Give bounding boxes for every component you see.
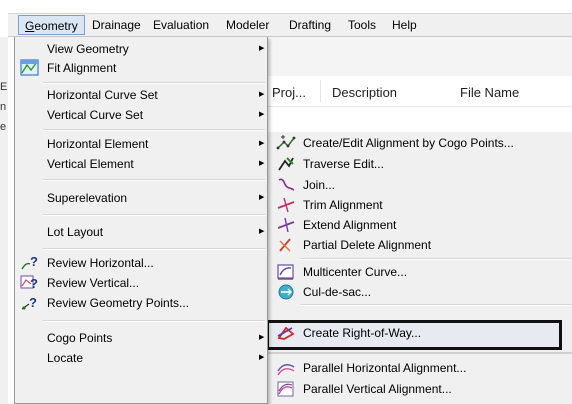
submenu-item-extend-alignment[interactable]: Extend Alignment	[303, 215, 396, 235]
menu-item-superelevation[interactable]: Superelevation	[47, 188, 127, 208]
svg-text:?: ?	[30, 276, 38, 291]
menu-item-lot-layout[interactable]: Lot Layout	[47, 222, 103, 242]
background-window-left-edge: E n e	[0, 37, 8, 404]
review-geometry-points-icon: ?	[20, 294, 40, 312]
file-list-header: Proj... Description File Name	[262, 76, 572, 107]
submenu-arrow-icon: ▶	[259, 194, 265, 201]
menu-item-horizontal-curve-set[interactable]: Horizontal Curve Set	[47, 85, 158, 105]
menu-tools[interactable]: Tools	[346, 17, 378, 33]
submenu-arrow-icon: ▶	[259, 111, 265, 118]
menu-help[interactable]: Help	[390, 17, 419, 33]
cul-de-sac-icon	[276, 283, 296, 301]
divider	[262, 352, 572, 354]
submenu-item-cul-de-sac[interactable]: Cul-de-sac...	[303, 282, 371, 302]
traverse-edit-icon	[276, 155, 296, 173]
submenu-item-parallel-horizontal[interactable]: Parallel Horizontal Alignment...	[303, 358, 466, 378]
menu-separator	[43, 320, 265, 322]
menu-item-vertical-curve-set[interactable]: Vertical Curve Set	[47, 105, 143, 125]
submenu-item-multicenter-curve[interactable]: Multicenter Curve...	[303, 262, 407, 282]
menu-geometry[interactable]: Geometry	[18, 15, 85, 35]
menu-item-review-vertical[interactable]: Review Vertical...	[47, 273, 139, 293]
parallel-vertical-icon	[276, 380, 296, 398]
trim-alignment-icon	[276, 196, 296, 214]
geometry-dropdown-menu: View Geometry ▶ Fit Alignment Horizontal…	[14, 37, 268, 404]
svg-text:?: ?	[29, 295, 37, 310]
submenu-arrow-icon: ▶	[259, 91, 265, 98]
extend-alignment-icon	[276, 216, 296, 234]
submenu-separator	[300, 304, 572, 306]
menu-separator	[43, 129, 265, 131]
menu-item-fit-alignment[interactable]: Fit Alignment	[47, 58, 116, 78]
menu-drainage[interactable]: Drainage	[90, 17, 143, 33]
left-fragment: n	[0, 101, 7, 113]
join-icon	[276, 176, 296, 194]
review-vertical-icon: ?	[20, 274, 40, 292]
submenu-item-trim-alignment[interactable]: Trim Alignment	[303, 195, 383, 215]
menu-geometry-label: eometry	[34, 19, 78, 33]
menu-item-view-geometry[interactable]: View Geometry	[47, 39, 129, 59]
submenu-arrow-icon: ▶	[259, 45, 265, 52]
menu-separator	[43, 82, 265, 84]
menu-item-horizontal-element[interactable]: Horizontal Element	[47, 134, 148, 154]
menu-geometry-mnemonic: G	[25, 19, 35, 33]
parallel-horizontal-icon	[276, 359, 296, 377]
submenu-separator	[300, 258, 572, 260]
menu-evaluation[interactable]: Evaluation	[151, 17, 211, 33]
column-header-file-name[interactable]: File Name	[460, 85, 519, 100]
column-header-proj[interactable]: Proj...	[272, 85, 306, 100]
create-right-of-way-icon	[276, 324, 296, 342]
menu-separator	[43, 214, 265, 216]
menu-item-review-horizontal[interactable]: Review Horizontal...	[47, 253, 154, 273]
svg-text:?: ?	[30, 254, 38, 269]
menu-item-cogo-points[interactable]: Cogo Points	[47, 328, 112, 348]
column-divider	[320, 80, 321, 102]
submenu-item-create-right-of-way[interactable]: Create Right-of-Way...	[303, 323, 421, 343]
submenu-item-create-edit-alignment[interactable]: Create/Edit Alignment by Cogo Points...	[303, 133, 514, 153]
left-fragment: E	[0, 81, 8, 93]
cogo-alignment-icon	[276, 134, 296, 152]
menu-modeler[interactable]: Modeler	[224, 17, 271, 33]
submenu-item-join[interactable]: Join...	[303, 175, 335, 195]
submenu-arrow-icon: ▶	[259, 140, 265, 147]
submenu-arrow-icon: ▶	[259, 334, 265, 341]
partial-delete-icon	[276, 236, 296, 254]
menu-item-vertical-element[interactable]: Vertical Element	[47, 154, 134, 174]
menu-separator	[43, 179, 265, 181]
menu-bar: Geometry Drainage Evaluation Modeler Dra…	[8, 13, 572, 37]
submenu-item-parallel-vertical[interactable]: Parallel Vertical Alignment...	[303, 379, 452, 399]
column-header-description[interactable]: Description	[332, 85, 397, 100]
menu-separator	[43, 248, 265, 250]
submenu-arrow-icon: ▶	[259, 354, 265, 361]
fit-alignment-icon	[20, 59, 40, 77]
background-toolbar	[262, 37, 572, 77]
submenu-item-partial-delete[interactable]: Partial Delete Alignment	[303, 235, 431, 255]
submenu-arrow-icon: ▶	[259, 160, 265, 167]
menu-item-review-geometry-points[interactable]: Review Geometry Points...	[47, 293, 189, 313]
submenu-arrow-icon: ▶	[259, 228, 265, 235]
menu-drafting[interactable]: Drafting	[287, 17, 333, 33]
multicenter-curve-icon	[276, 263, 296, 281]
submenu-item-traverse-edit[interactable]: Traverse Edit...	[303, 154, 384, 174]
left-fragment: e	[0, 121, 7, 133]
review-horizontal-icon: ?	[20, 254, 40, 272]
menu-item-locate[interactable]: Locate	[47, 348, 83, 368]
